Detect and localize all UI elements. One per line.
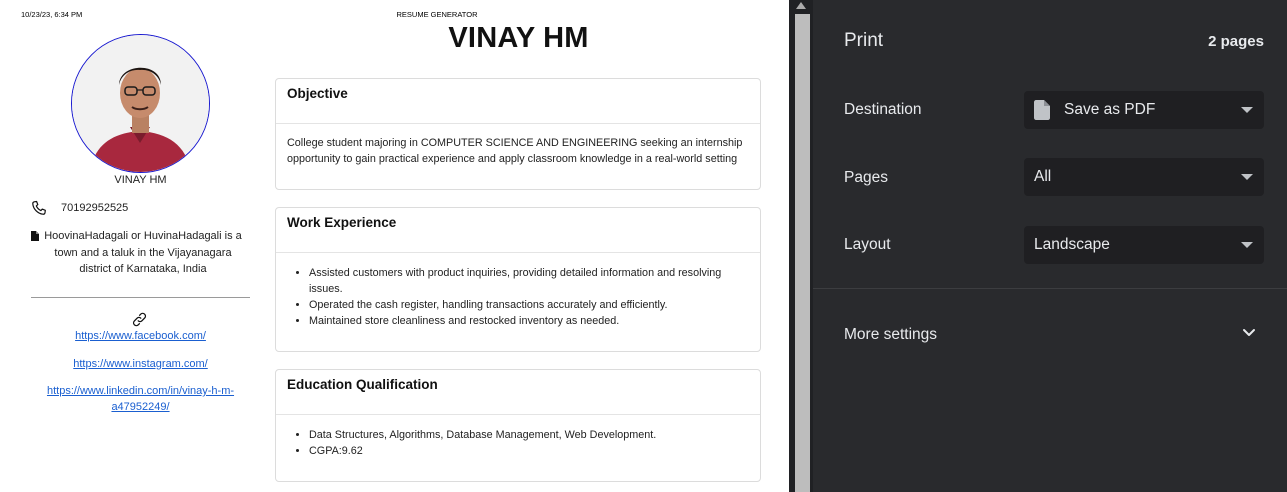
settings-divider: [813, 288, 1287, 289]
list-item: CGPA:9.62: [309, 443, 749, 459]
scroll-up-arrow-icon[interactable]: [796, 2, 806, 9]
layout-value: Landscape: [1034, 236, 1110, 253]
layout-label: Layout: [844, 236, 891, 253]
list-item: Operated the cash register, handling tra…: [309, 297, 749, 313]
address-row: HoovinaHadagali or HuvinaHadagali is a t…: [31, 228, 243, 278]
phone-icon: [32, 200, 46, 215]
print-settings-panel: Print 2 pages Destination Save as PDF Pa…: [813, 0, 1287, 492]
facebook-link[interactable]: https://www.facebook.com/: [31, 329, 250, 345]
address-text: HoovinaHadagali or HuvinaHadagali is a t…: [44, 230, 242, 275]
list-item: Maintained store cleanliness and restock…: [309, 313, 749, 329]
work-experience-card: Work Experience Assisted customers with …: [275, 207, 761, 352]
profile-photo: [71, 34, 210, 173]
resume-name-heading: VINAY HM: [448, 22, 589, 54]
caret-down-icon: [1241, 242, 1253, 248]
header-date: 10/23/23, 6:34 PM: [21, 10, 83, 19]
page-count: 2 pages: [1208, 33, 1264, 50]
chevron-down-icon[interactable]: [1242, 328, 1256, 338]
caret-down-icon: [1241, 174, 1253, 180]
instagram-link[interactable]: https://www.instagram.com/: [31, 357, 250, 373]
phone-number: 70192952525: [61, 202, 129, 214]
caret-down-icon: [1241, 107, 1253, 113]
education-card: Education Qualification Data Structures,…: [275, 369, 761, 482]
more-settings-toggle[interactable]: More settings: [844, 326, 937, 344]
profile-name: VINAY HM: [114, 174, 167, 186]
link-icon: [132, 312, 147, 327]
destination-value: Save as PDF: [1064, 101, 1156, 118]
print-preview-page: 10/23/23, 6:34 PM RESUME GENERATOR VINAY…: [0, 0, 789, 492]
linkedin-link[interactable]: https://www.linkedin.com/in/vinay-h-m-a4…: [31, 384, 250, 415]
scrollbar-thumb[interactable]: [795, 14, 810, 492]
work-experience-heading: Work Experience: [276, 208, 760, 253]
phone-row: 70192952525: [31, 200, 128, 216]
education-heading: Education Qualification: [276, 370, 760, 415]
print-title: Print: [844, 30, 884, 51]
pages-label: Pages: [844, 169, 888, 186]
pdf-file-icon: [1034, 100, 1050, 120]
objective-card: Objective College student majoring in CO…: [275, 78, 761, 190]
pages-value: All: [1034, 168, 1052, 185]
objective-text: College student majoring in COMPUTER SCI…: [287, 137, 743, 165]
list-item: Data Structures, Algorithms, Database Ma…: [309, 427, 749, 443]
pages-select[interactable]: All: [1024, 158, 1264, 196]
destination-label: Destination: [844, 101, 922, 118]
header-title: RESUME GENERATOR: [396, 10, 478, 19]
sidebar-divider: [31, 297, 250, 298]
destination-select[interactable]: Save as PDF: [1024, 91, 1264, 129]
work-experience-list: Assisted customers with product inquirie…: [287, 265, 749, 329]
education-list: Data Structures, Algorithms, Database Ma…: [287, 427, 749, 459]
objective-heading: Objective: [276, 79, 760, 124]
layout-select[interactable]: Landscape: [1024, 226, 1264, 264]
list-item: Assisted customers with product inquirie…: [309, 265, 749, 297]
social-links: https://www.facebook.com/ https://www.in…: [31, 329, 250, 415]
document-icon: [31, 231, 39, 241]
